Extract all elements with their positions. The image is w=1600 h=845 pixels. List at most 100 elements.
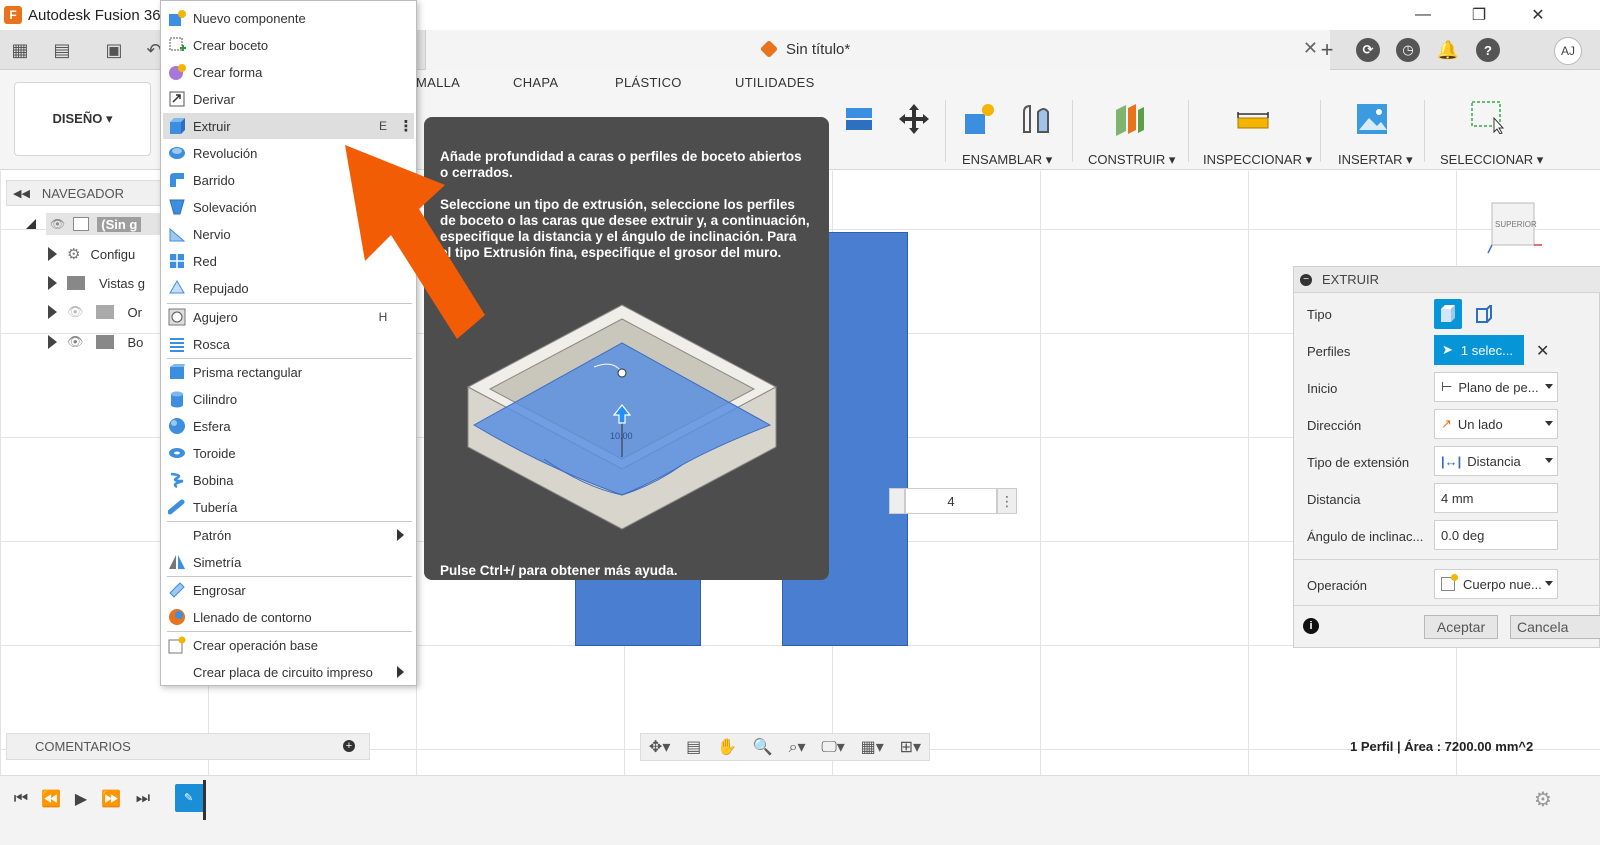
sketch-profile-left[interactable] <box>575 578 701 646</box>
box-tool-icon[interactable] <box>842 100 876 134</box>
viewports-icon[interactable]: ⊞▾ <box>900 737 921 757</box>
eye-hidden-icon[interactable]: 👁 <box>67 304 84 320</box>
menu-item-nuevo-componente[interactable]: Nuevo componente <box>163 5 414 31</box>
display-settings-icon[interactable]: 🖵▾ <box>821 737 844 757</box>
nav-item-settings[interactable]: ⚙ Configu <box>48 241 135 267</box>
expand-triangle-icon[interactable] <box>48 276 57 290</box>
direction-dropdown[interactable]: ↗ Un lado <box>1434 409 1558 439</box>
nav-item-sketches[interactable]: 👁 Bo <box>48 329 143 355</box>
sync-icon[interactable]: ⟳ <box>1356 38 1380 62</box>
menu-item-simetria[interactable]: Simetría <box>163 549 414 575</box>
comments-bar[interactable]: COMENTARIOS + <box>6 733 370 760</box>
go-to-end-icon[interactable]: ⏭ <box>132 788 154 810</box>
timeline-settings-gear-icon[interactable]: ⚙ <box>1532 788 1554 811</box>
menu-item-tuberia[interactable]: Tubería <box>163 494 414 520</box>
look-at-icon[interactable]: ▤ <box>686 737 701 757</box>
move-icon[interactable] <box>897 102 931 136</box>
navigator-header[interactable]: ◀◀ NAVEGADOR <box>6 180 161 206</box>
select-window-icon[interactable] <box>1470 100 1504 134</box>
go-to-start-icon[interactable]: ⏮ <box>10 788 32 810</box>
nav-item-views[interactable]: Vistas g <box>48 270 145 296</box>
tab-malla[interactable]: MALLA <box>416 75 460 90</box>
avatar[interactable]: AJ <box>1554 37 1582 65</box>
close-window-icon[interactable]: ✕ <box>1515 0 1561 30</box>
operation-dropdown[interactable]: Cuerpo nue... <box>1434 569 1558 599</box>
ok-button[interactable]: Aceptar <box>1424 615 1498 639</box>
profiles-selection-button[interactable]: ➤ 1 selec... <box>1434 335 1524 365</box>
timeline-sketch-feature[interactable]: ✎ <box>175 784 205 812</box>
step-back-icon[interactable]: ⏪ <box>40 788 62 810</box>
tab-chapa[interactable]: CHAPA <box>513 75 558 90</box>
eye-icon[interactable]: 👁 <box>67 334 84 350</box>
play-icon[interactable]: ▶ <box>70 788 92 810</box>
menu-item-bobina[interactable]: Bobina <box>163 467 414 493</box>
menu-item-cilindro[interactable]: Cilindro <box>163 386 414 412</box>
fit-icon[interactable]: ⌕▾ <box>789 737 806 757</box>
start-dropdown[interactable]: ⊢ Plano de pe... <box>1434 372 1558 402</box>
taper-angle-field[interactable]: 0.0 deg <box>1434 520 1558 550</box>
group-insertar[interactable]: INSERTAR ▾ <box>1338 152 1413 168</box>
collapse-panel-icon[interactable]: − <box>1300 273 1312 286</box>
construct-plane-icon[interactable] <box>1112 102 1146 136</box>
menu-item-prisma-rectangular[interactable]: Prisma rectangular <box>163 359 414 385</box>
menu-item-crear-boceto[interactable]: Crear boceto <box>163 32 414 58</box>
panel-header[interactable]: − EXTRUIR <box>1294 267 1600 293</box>
timeline-marker[interactable] <box>203 780 206 820</box>
menu-item-crear-placa-pcb[interactable]: Crear placa de circuito impreso <box>163 659 414 685</box>
help-icon[interactable]: ? <box>1476 38 1500 62</box>
menu-item-derivar[interactable]: Derivar <box>163 86 414 112</box>
zoom-icon[interactable]: 🔍 <box>753 737 773 757</box>
expand-triangle-icon[interactable] <box>26 219 36 229</box>
group-construir[interactable]: CONSTRUIR ▾ <box>1088 152 1175 168</box>
tab-utilidades[interactable]: UTILIDADES <box>735 75 815 90</box>
more-options-icon[interactable]: ⋮ <box>398 117 414 135</box>
menu-item-llenado-contorno[interactable]: Llenado de contorno <box>163 604 414 630</box>
menu-item-toroide[interactable]: Toroide <box>163 440 414 466</box>
menu-item-crear-forma[interactable]: Crear forma <box>163 59 414 85</box>
extent-type-dropdown[interactable]: |↔| Distancia <box>1434 446 1558 476</box>
new-component-icon[interactable] <box>962 102 996 136</box>
clear-selection-icon[interactable]: ✕ <box>1536 341 1549 361</box>
new-tab-icon[interactable]: + <box>1315 37 1339 62</box>
save-icon[interactable]: ▣ <box>102 38 126 62</box>
grid-menu-icon[interactable]: ▦ <box>8 38 32 62</box>
group-ensamblar[interactable]: ENSAMBLAR ▾ <box>962 152 1052 168</box>
measure-icon[interactable] <box>1236 104 1270 138</box>
cancel-button[interactable]: Cancela <box>1510 615 1600 639</box>
menu-item-patron[interactable]: Patrón <box>163 522 414 548</box>
expand-triangle-icon[interactable] <box>48 247 57 261</box>
distance-field[interactable]: 4 mm <box>1434 483 1558 513</box>
minimize-icon[interactable]: — <box>1400 0 1446 30</box>
info-icon[interactable]: i <box>1303 618 1319 634</box>
type-thin-button[interactable] <box>1470 299 1498 329</box>
job-status-icon[interactable]: ◷ <box>1396 38 1420 62</box>
nav-item-root[interactable]: 👁 (Sin g <box>20 211 161 237</box>
restore-icon[interactable]: ❐ <box>1456 0 1502 30</box>
menu-item-extruir[interactable]: Extruir E ⋮ <box>163 113 414 139</box>
group-inspeccionar[interactable]: INSPECCIONAR ▾ <box>1203 152 1312 168</box>
step-forward-icon[interactable]: ⏩ <box>100 788 122 810</box>
group-seleccionar[interactable]: SELECCIONAR ▾ <box>1440 152 1543 168</box>
file-menu-icon[interactable]: ▤ <box>50 38 74 62</box>
root-component[interactable]: 👁 (Sin g <box>46 213 161 235</box>
notifications-icon[interactable]: 🔔 <box>1436 38 1460 62</box>
drag-handle[interactable] <box>889 488 905 514</box>
insert-image-icon[interactable] <box>1355 102 1389 136</box>
type-solid-button[interactable] <box>1434 299 1462 329</box>
add-comment-icon[interactable]: + <box>343 740 355 752</box>
expand-triangle-icon[interactable] <box>48 305 57 319</box>
more-options-icon[interactable]: ⋮ <box>997 488 1017 514</box>
tab-plastico[interactable]: PLÁSTICO <box>615 75 682 90</box>
distance-manipulator[interactable]: 4 ⋮ <box>889 488 1019 514</box>
workspace-switcher[interactable]: DISEÑO ▾ <box>14 82 151 156</box>
menu-item-engrosar[interactable]: Engrosar <box>163 577 414 603</box>
nav-item-origin[interactable]: 👁 Or <box>48 299 142 325</box>
distance-input[interactable]: 4 <box>905 488 997 514</box>
expand-triangle-icon[interactable] <box>48 335 57 349</box>
eye-icon[interactable]: 👁 <box>50 217 65 231</box>
orbit-icon[interactable]: ✥▾ <box>649 737 670 757</box>
menu-item-esfera[interactable]: Esfera <box>163 413 414 439</box>
pan-icon[interactable]: ✋ <box>717 737 737 757</box>
document-tab[interactable]: Sin título* ✕ <box>425 30 1330 70</box>
menu-item-crear-operacion-base[interactable]: Crear operación base <box>163 632 414 658</box>
